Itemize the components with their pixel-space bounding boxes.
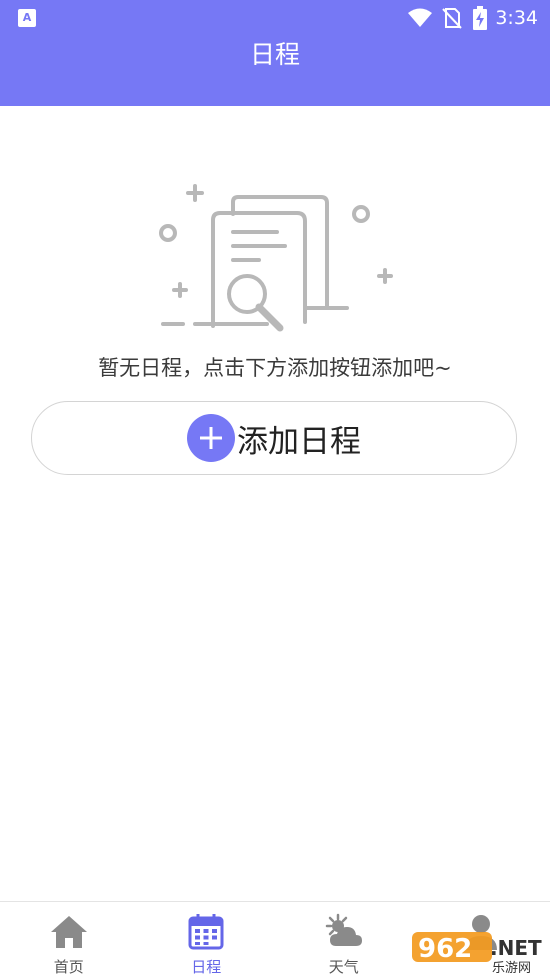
wifi-icon [407, 8, 433, 28]
watermark-sub: 乐游网 [492, 961, 531, 974]
watermark-number: 962 [418, 934, 472, 964]
tab-label: 天气 [275, 956, 413, 977]
add-schedule-label: 添加日程 [237, 416, 361, 461]
battery-charging-icon [473, 6, 487, 30]
document-search-icon [155, 180, 395, 340]
tab-schedule[interactable]: 日程 [138, 902, 276, 980]
tab-weather[interactable]: 天气 [275, 902, 413, 980]
no-sim-icon [441, 7, 463, 29]
status-time: 3:34 [495, 7, 538, 29]
watermark-suffix: .NET [490, 936, 542, 960]
add-schedule-button[interactable]: 添加日程 [31, 401, 517, 475]
weather-icon [324, 912, 364, 952]
page-title: 日程 [0, 36, 550, 74]
home-icon [49, 912, 89, 952]
site-watermark-logo: 962 .NET 乐游网 [412, 926, 546, 974]
calendar-icon [186, 912, 226, 952]
empty-state-message: 暂无日程，点击下方添加按钮添加吧~ [0, 352, 550, 382]
status-bar: A 3:34 [0, 0, 550, 36]
app-header: A 3:34 日程 [0, 0, 550, 106]
tab-label: 首页 [0, 956, 138, 977]
tab-home[interactable]: 首页 [0, 902, 138, 980]
app-notification-icon: A [18, 9, 36, 27]
status-icons: 3:34 [407, 6, 538, 30]
tab-label: 日程 [138, 956, 276, 977]
plus-icon [187, 414, 235, 462]
